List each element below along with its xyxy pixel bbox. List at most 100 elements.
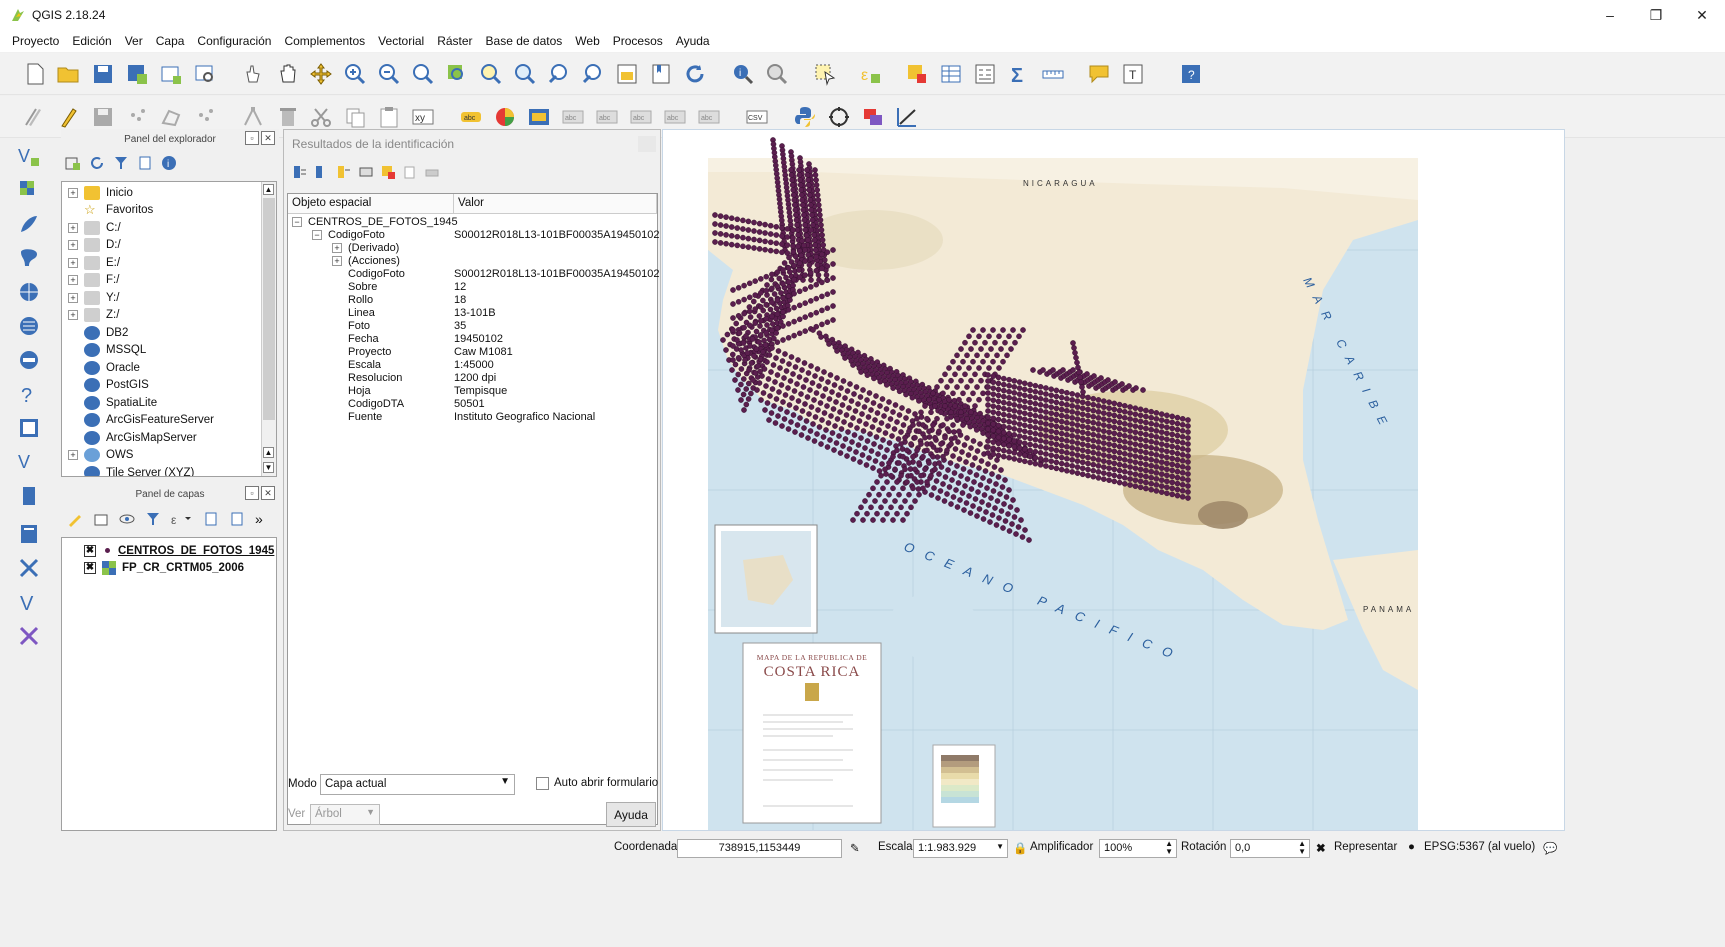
zoom-out-icon[interactable] (376, 61, 402, 87)
photo-center-point[interactable] (1164, 484, 1170, 491)
current-edits-icon[interactable] (22, 104, 48, 130)
photo-center-point[interactable] (808, 404, 815, 410)
photo-center-point[interactable] (1127, 404, 1133, 410)
photo-center-point[interactable] (1037, 431, 1044, 438)
photo-center-point[interactable] (1032, 436, 1039, 443)
photo-center-point[interactable] (1143, 419, 1149, 426)
photo-center-point[interactable] (997, 491, 1003, 497)
photo-center-point[interactable] (799, 408, 806, 414)
photo-center-point[interactable] (870, 485, 876, 492)
photo-center-point[interactable] (774, 311, 781, 317)
photo-center-point[interactable] (1121, 444, 1128, 451)
photo-center-point[interactable] (746, 294, 753, 301)
maximize-button[interactable]: ❐ (1633, 0, 1679, 30)
photo-center-point[interactable] (723, 240, 729, 247)
photo-center-point[interactable] (799, 202, 806, 208)
photo-center-point[interactable] (730, 315, 736, 321)
photo-center-point[interactable] (1071, 345, 1077, 351)
photo-center-point[interactable] (967, 510, 974, 516)
photo-center-point[interactable] (1137, 454, 1144, 461)
photo-center-point[interactable] (746, 322, 753, 329)
photo-center-point[interactable] (1143, 407, 1149, 414)
photo-center-point[interactable] (908, 472, 914, 479)
photo-center-point[interactable] (779, 233, 785, 239)
photo-center-point[interactable] (985, 502, 992, 508)
photo-center-point[interactable] (1058, 466, 1065, 473)
photo-center-point[interactable] (1020, 327, 1026, 333)
photo-center-point[interactable] (760, 297, 766, 304)
column-header-value[interactable]: Valor (454, 194, 657, 213)
photo-center-point[interactable] (842, 436, 849, 442)
photo-center-point[interactable] (948, 441, 954, 447)
photo-center-point[interactable] (792, 207, 799, 213)
photo-center-point[interactable] (1011, 420, 1018, 426)
crs-label[interactable]: EPSG:5367 (al vuelo) (1424, 841, 1535, 853)
photo-center-point[interactable] (959, 449, 965, 455)
photo-center-point[interactable] (813, 295, 820, 302)
photo-center-point[interactable] (980, 358, 986, 365)
photo-center-point[interactable] (1011, 390, 1018, 396)
photo-center-point[interactable] (894, 510, 900, 517)
photo-center-point[interactable] (738, 381, 744, 388)
photo-center-point[interactable] (770, 362, 777, 368)
photo-center-point[interactable] (1006, 382, 1012, 389)
photo-center-point[interactable] (1179, 439, 1186, 446)
photo-center-point[interactable] (763, 383, 769, 389)
photo-center-point[interactable] (961, 442, 968, 448)
photo-center-point[interactable] (780, 323, 786, 329)
photo-center-point[interactable] (851, 432, 858, 438)
photo-center-point[interactable] (1100, 452, 1107, 458)
photo-center-point[interactable] (988, 346, 994, 352)
photo-center-point[interactable] (796, 302, 803, 309)
photo-center-point[interactable] (757, 323, 763, 329)
photo-center-point[interactable] (985, 414, 991, 420)
photo-center-point[interactable] (1032, 388, 1039, 395)
photo-center-point[interactable] (1053, 405, 1060, 412)
photo-center-point[interactable] (995, 392, 1002, 399)
photo-center-point[interactable] (916, 398, 922, 404)
photo-center-point[interactable] (1148, 432, 1155, 439)
photo-center-point[interactable] (1016, 415, 1023, 421)
photo-center-point[interactable] (779, 225, 785, 231)
photo-center-point[interactable] (854, 425, 860, 431)
photo-center-point[interactable] (774, 372, 781, 378)
photo-center-point[interactable] (1116, 443, 1123, 450)
photo-center-point[interactable] (1053, 465, 1060, 472)
photo-center-point[interactable] (970, 358, 976, 365)
photo-center-point[interactable] (774, 325, 781, 331)
photo-center-point[interactable] (910, 453, 916, 460)
photo-center-point[interactable] (936, 471, 942, 477)
photo-center-point[interactable] (792, 429, 798, 435)
photo-center-point[interactable] (877, 444, 884, 450)
photo-center-point[interactable] (774, 283, 781, 289)
photo-center-point[interactable] (819, 279, 825, 286)
photo-center-point[interactable] (1027, 423, 1033, 430)
photo-center-point[interactable] (791, 290, 797, 297)
photo-center-point[interactable] (805, 182, 812, 188)
photo-center-point[interactable] (798, 187, 804, 193)
photo-center-point[interactable] (1121, 438, 1128, 445)
photo-center-point[interactable] (841, 419, 847, 425)
photo-center-point[interactable] (1021, 386, 1028, 393)
photo-center-point[interactable] (781, 260, 788, 266)
photo-center-point[interactable] (752, 306, 758, 312)
photo-center-point[interactable] (1137, 442, 1144, 449)
photo-center-point[interactable] (1011, 414, 1018, 420)
photo-center-point[interactable] (745, 235, 752, 242)
photo-center-point[interactable] (842, 355, 848, 361)
photo-center-point[interactable] (1037, 413, 1044, 420)
photo-center-point[interactable] (813, 182, 820, 188)
photo-center-point[interactable] (1074, 404, 1081, 410)
photo-center-point[interactable] (1043, 445, 1049, 451)
photo-center-point[interactable] (872, 417, 878, 423)
photo-center-point[interactable] (905, 408, 912, 414)
photo-center-point[interactable] (769, 313, 775, 320)
photo-center-point[interactable] (1179, 481, 1186, 488)
help-icon[interactable]: ? (1178, 61, 1204, 87)
photo-center-point[interactable] (796, 260, 803, 267)
photo-center-point[interactable] (758, 397, 764, 403)
photo-center-point[interactable] (735, 284, 742, 291)
photo-center-point[interactable] (1037, 449, 1044, 456)
photo-center-point[interactable] (1079, 423, 1086, 430)
photo-center-point[interactable] (926, 460, 932, 466)
